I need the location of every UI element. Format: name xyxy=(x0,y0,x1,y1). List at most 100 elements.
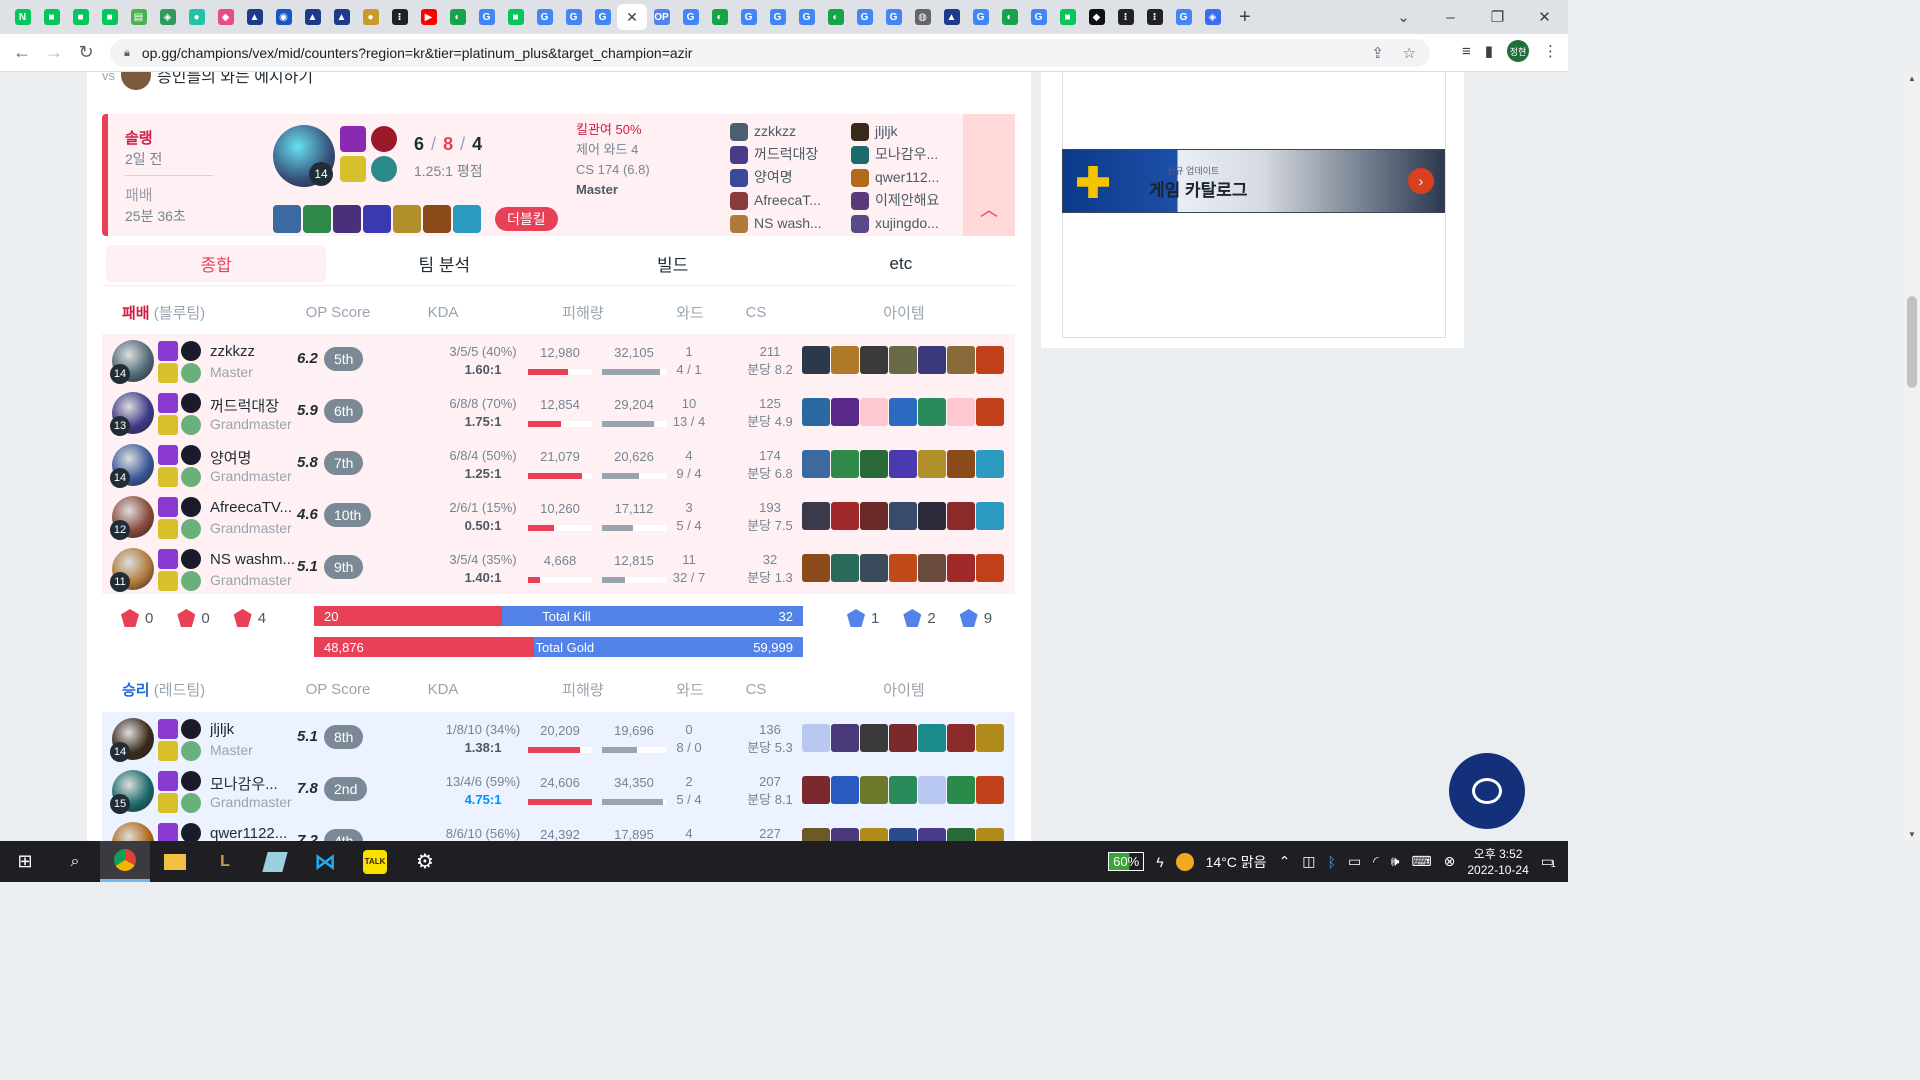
bluetooth-icon[interactable]: ᛒ xyxy=(1328,854,1336,870)
browser-tab[interactable]: G xyxy=(850,4,879,30)
browser-tab[interactable]: OP xyxy=(647,4,676,30)
item-icon[interactable] xyxy=(860,346,888,374)
item-icon[interactable] xyxy=(947,776,975,804)
taskbar-vscode[interactable]: ⋈ xyxy=(300,841,350,882)
browser-tab[interactable]: ⁝ xyxy=(1140,4,1169,30)
item-icon[interactable] xyxy=(889,554,917,582)
rune-icon[interactable] xyxy=(181,415,201,435)
summoner-name[interactable]: qwer1122... xyxy=(210,825,296,841)
rune-icon[interactable] xyxy=(181,363,201,383)
item-icon[interactable] xyxy=(831,450,859,478)
tab-3[interactable]: etc xyxy=(791,245,1011,282)
player-entry[interactable]: NS wash... xyxy=(730,212,840,235)
restore-button[interactable]: ❐ xyxy=(1474,8,1521,26)
flash-spell-icon[interactable] xyxy=(340,126,366,152)
item-icon[interactable] xyxy=(860,776,888,804)
search-button[interactable]: ⌕ xyxy=(50,841,100,882)
player-name[interactable]: NS wash... xyxy=(754,212,822,235)
item-icon[interactable] xyxy=(976,346,1004,374)
summoner-name[interactable]: AfreecaTV... xyxy=(210,499,296,516)
player-name[interactable]: jljljk xyxy=(875,120,898,143)
item-icon[interactable] xyxy=(947,398,975,426)
browser-tab[interactable]: ◐ xyxy=(705,4,734,30)
battery-icon[interactable]: ▭ xyxy=(1348,853,1361,870)
browser-tab[interactable]: ◉ xyxy=(269,4,298,30)
reading-list-icon[interactable]: ≡ xyxy=(1462,43,1471,60)
item-icon[interactable] xyxy=(889,450,917,478)
close-window-button[interactable]: ✕ xyxy=(1521,8,1568,26)
item-icon[interactable] xyxy=(976,828,1004,841)
player-row[interactable]: 14 양여명 Grandmaster 5.8 7th 6/8/4 (50%) 1.25:1 2… xyxy=(102,438,1015,490)
new-tab-button[interactable]: + xyxy=(1239,6,1251,29)
player-row[interactable]: 11 NS washm... Grandmaster 5.1 9th 3/5/4 (35%… xyxy=(102,542,1015,594)
item-icon[interactable] xyxy=(453,205,481,233)
notification-icon[interactable]: ▭ 1 xyxy=(1541,853,1556,870)
item-icon[interactable] xyxy=(860,450,888,478)
champion-avatar[interactable] xyxy=(112,822,154,841)
item-icon[interactable] xyxy=(860,554,888,582)
scrollbar-thumb[interactable] xyxy=(1907,296,1917,388)
item-icon[interactable] xyxy=(802,554,830,582)
item-icon[interactable] xyxy=(889,346,917,374)
side-panel-icon[interactable]: ▮ xyxy=(1485,42,1493,60)
item-icon[interactable] xyxy=(860,724,888,752)
player-row[interactable]: 14 zzkkzz Master 6.2 5th 3/5/5 (40%) 1.60:1 12,… xyxy=(102,334,1015,386)
browser-tab[interactable]: ◐ xyxy=(821,4,850,30)
item-icon[interactable] xyxy=(831,398,859,426)
browser-tab[interactable]: ▲ xyxy=(327,4,356,30)
item-icon[interactable] xyxy=(802,724,830,752)
player-row[interactable]: qwer1122... 7.2 4th 8/6/10 (56%) 24,392 17,89… xyxy=(102,816,1015,841)
summoner-spell-icon[interactable] xyxy=(158,741,178,761)
player-name[interactable]: xujingdo... xyxy=(875,212,939,235)
item-icon[interactable] xyxy=(802,450,830,478)
close-circle-icon[interactable]: ⊗ xyxy=(1444,853,1456,870)
browser-tab[interactable]: ◐ xyxy=(995,4,1024,30)
item-icon[interactable] xyxy=(831,502,859,530)
browser-tab[interactable]: ▶ xyxy=(414,4,443,30)
browser-tab[interactable]: ■ xyxy=(66,4,95,30)
active-tab[interactable]: ✕ xyxy=(617,4,647,30)
rune-icon[interactable] xyxy=(181,341,201,361)
rune-icon[interactable] xyxy=(181,519,201,539)
browser-tab[interactable]: ◍ xyxy=(908,4,937,30)
browser-tab[interactable]: ◆ xyxy=(211,4,240,30)
browser-tab[interactable]: ⁝ xyxy=(1111,4,1140,30)
rune-icon[interactable] xyxy=(181,571,201,591)
item-icon[interactable] xyxy=(802,346,830,374)
player-entry[interactable]: 이제안해요 xyxy=(851,189,961,212)
item-icon[interactable] xyxy=(947,554,975,582)
item-icon[interactable] xyxy=(918,450,946,478)
item-icon[interactable] xyxy=(976,724,1004,752)
taskbar-app[interactable] xyxy=(250,841,300,882)
player-entry[interactable]: 양여명 xyxy=(730,166,840,189)
wifi-icon[interactable]: ◜ xyxy=(1373,853,1378,870)
profile-avatar[interactable]: 정현 xyxy=(1507,40,1529,62)
browser-tab[interactable]: ■ xyxy=(1053,4,1082,30)
item-icon[interactable] xyxy=(918,724,946,752)
clock[interactable]: 오후 3:52 2022-10-24 xyxy=(1467,846,1528,878)
reload-button[interactable]: ↻ xyxy=(70,42,102,63)
bookmark-star-icon[interactable]: ☆ xyxy=(1403,44,1416,62)
chevron-up-icon[interactable]: ⌃ xyxy=(1279,853,1291,870)
browser-tab[interactable]: G xyxy=(966,4,995,30)
browser-tab[interactable]: N xyxy=(8,4,37,30)
browser-tab[interactable]: G xyxy=(734,4,763,30)
volume-icon[interactable]: 🕪︎ xyxy=(1391,853,1400,870)
rune-icon[interactable] xyxy=(181,771,201,791)
summoner-spell-icon[interactable] xyxy=(158,363,178,383)
item-icon[interactable] xyxy=(889,828,917,841)
item-icon[interactable] xyxy=(947,502,975,530)
rune-icon[interactable] xyxy=(181,793,201,813)
summoner-spell-icon[interactable] xyxy=(158,571,178,591)
browser-tab[interactable]: ▲ xyxy=(240,4,269,30)
summoner-spell-icon[interactable] xyxy=(158,467,178,487)
rune-icon[interactable] xyxy=(181,719,201,739)
summoner-name[interactable]: zzkkzz xyxy=(210,343,296,360)
item-icon[interactable] xyxy=(831,554,859,582)
back-button[interactable]: ← xyxy=(6,42,38,63)
player-entry[interactable]: qwer112... xyxy=(851,166,961,189)
summoner-spell-icon[interactable] xyxy=(158,549,178,569)
player-name[interactable]: 이제안해요 xyxy=(875,189,939,212)
keyboard-icon[interactable]: ⌨ xyxy=(1411,853,1431,870)
taskbar-explorer[interactable] xyxy=(150,841,200,882)
